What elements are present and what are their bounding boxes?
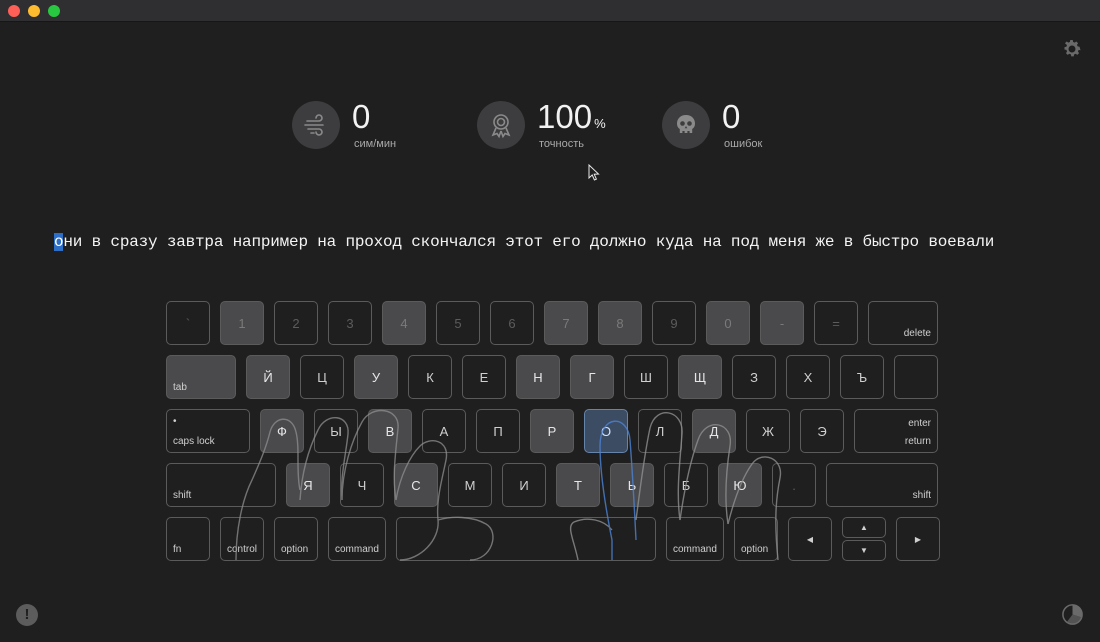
- key-command-left[interactable]: command: [328, 517, 386, 561]
- key-option-right-label: option: [741, 544, 769, 555]
- key-у[interactable]: У: [354, 355, 398, 399]
- key-option-right[interactable]: option: [734, 517, 778, 561]
- key-э[interactable]: Э: [800, 409, 844, 453]
- key-в[interactable]: В: [368, 409, 412, 453]
- key-arrow-left[interactable]: ◀: [788, 517, 832, 561]
- key-и[interactable]: И: [502, 463, 546, 507]
- key-л[interactable]: Л: [638, 409, 682, 453]
- key-8[interactable]: 8: [598, 301, 642, 345]
- key-caps-lock-label: caps lock: [173, 436, 215, 447]
- key-enter-label: enter: [908, 418, 931, 429]
- key-option-left[interactable]: option: [274, 517, 318, 561]
- info-icon: !: [24, 606, 30, 623]
- key-delete-label: delete: [903, 328, 931, 339]
- key-command-right[interactable]: command: [666, 517, 724, 561]
- key-н[interactable]: Н: [516, 355, 560, 399]
- key-с[interactable]: С: [394, 463, 438, 507]
- key-4[interactable]: 4: [382, 301, 426, 345]
- key-п[interactable]: П: [476, 409, 520, 453]
- key-я[interactable]: Я: [286, 463, 330, 507]
- key-ы[interactable]: Ы: [314, 409, 358, 453]
- on-screen-keyboard: ` 1 2 3 4 5 6 7 8 9 0 - = delete tab Й Ц…: [0, 0, 1100, 642]
- key-caps-lock[interactable]: • caps lock: [166, 409, 250, 453]
- key-command-right-label: command: [673, 544, 717, 555]
- key-arrow-right[interactable]: ▶: [896, 517, 940, 561]
- key-т[interactable]: Т: [556, 463, 600, 507]
- key-ф[interactable]: Ф: [260, 409, 304, 453]
- key-tab-label: tab: [173, 382, 187, 393]
- key-fn-label: fn: [173, 544, 182, 555]
- key-control-label: control: [227, 544, 258, 555]
- key-shift-right-label: shift: [912, 490, 931, 501]
- key-9[interactable]: 9: [652, 301, 696, 345]
- key-7[interactable]: 7: [544, 301, 588, 345]
- key-ю[interactable]: Ю: [718, 463, 762, 507]
- key-м[interactable]: М: [448, 463, 492, 507]
- key-2[interactable]: 2: [274, 301, 318, 345]
- key-shift-right[interactable]: shift: [826, 463, 938, 507]
- key-й[interactable]: Й: [246, 355, 290, 399]
- key-option-left-label: option: [281, 544, 309, 555]
- key-control[interactable]: control: [220, 517, 264, 561]
- key-equals[interactable]: =: [814, 301, 858, 345]
- info-button[interactable]: !: [16, 604, 38, 626]
- key-3[interactable]: 3: [328, 301, 372, 345]
- key-1[interactable]: 1: [220, 301, 264, 345]
- key-р[interactable]: Р: [530, 409, 574, 453]
- key-5[interactable]: 5: [436, 301, 480, 345]
- key-е[interactable]: Е: [462, 355, 506, 399]
- key-return-label: return: [904, 436, 931, 447]
- key-backtick[interactable]: `: [166, 301, 210, 345]
- key-к[interactable]: К: [408, 355, 452, 399]
- key-ш[interactable]: Ш: [624, 355, 668, 399]
- key-о-active[interactable]: О: [584, 409, 628, 453]
- key-х[interactable]: Х: [786, 355, 830, 399]
- key-з[interactable]: З: [732, 355, 776, 399]
- key-delete[interactable]: delete: [868, 301, 938, 345]
- caps-lock-indicator: •: [173, 416, 177, 427]
- key-д[interactable]: Д: [692, 409, 736, 453]
- key-г[interactable]: Г: [570, 355, 614, 399]
- key-б[interactable]: Б: [664, 463, 708, 507]
- key-ъ[interactable]: Ъ: [840, 355, 884, 399]
- key-6[interactable]: 6: [490, 301, 534, 345]
- key-ь[interactable]: Ь: [610, 463, 654, 507]
- key-arrow-up[interactable]: ▲: [842, 517, 886, 538]
- key-0[interactable]: 0: [706, 301, 750, 345]
- key-tab[interactable]: tab: [166, 355, 236, 399]
- key-ч[interactable]: Ч: [340, 463, 384, 507]
- key-space[interactable]: [396, 517, 656, 561]
- key-щ[interactable]: Щ: [678, 355, 722, 399]
- key-ц[interactable]: Ц: [300, 355, 344, 399]
- key-enter[interactable]: enter return: [854, 409, 938, 453]
- key-backslash[interactable]: [894, 355, 938, 399]
- key-а[interactable]: А: [422, 409, 466, 453]
- key-arrow-down[interactable]: ▼: [842, 540, 886, 561]
- key-shift-left-label: shift: [173, 490, 192, 501]
- key-period[interactable]: .: [772, 463, 816, 507]
- key-shift-left[interactable]: shift: [166, 463, 276, 507]
- key-fn[interactable]: fn: [166, 517, 210, 561]
- key-command-left-label: command: [335, 544, 379, 555]
- key-ж[interactable]: Ж: [746, 409, 790, 453]
- pie-chart-icon[interactable]: [1061, 603, 1084, 626]
- key-minus[interactable]: -: [760, 301, 804, 345]
